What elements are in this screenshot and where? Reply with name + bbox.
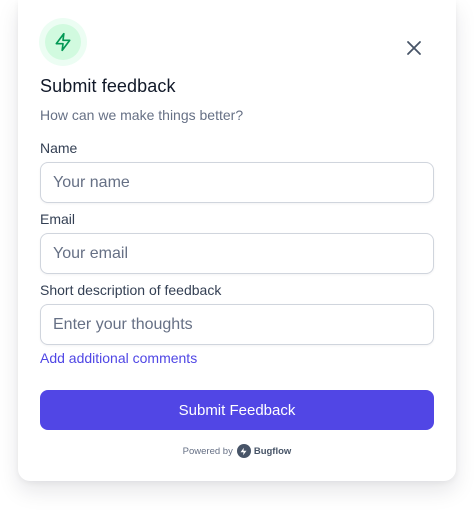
powered-by-footer: Powered by Bugflow <box>18 444 456 458</box>
dialog-subtitle: How can we make things better? <box>40 107 244 123</box>
brand-name: Bugflow <box>253 445 292 457</box>
description-input[interactable] <box>40 304 434 345</box>
submit-feedback-button[interactable]: Submit Feedback <box>40 390 434 430</box>
feedback-card: Submit feedback How can we make things b… <box>18 0 456 481</box>
close-icon <box>407 41 421 55</box>
name-input[interactable] <box>40 162 434 203</box>
powered-by-text: Powered by <box>182 445 233 457</box>
lightning-bolt-icon <box>55 32 71 52</box>
close-button[interactable] <box>400 34 428 62</box>
add-comments-link[interactable]: Add additional comments <box>40 350 197 366</box>
dialog-title: Submit feedback <box>40 76 176 96</box>
bugflow-logo-icon <box>236 444 251 458</box>
description-label: Short description of feedback <box>40 282 222 298</box>
email-input[interactable] <box>40 233 434 274</box>
email-label: Email <box>40 211 76 227</box>
name-label: Name <box>40 140 78 156</box>
feedback-icon-badge <box>39 18 87 66</box>
